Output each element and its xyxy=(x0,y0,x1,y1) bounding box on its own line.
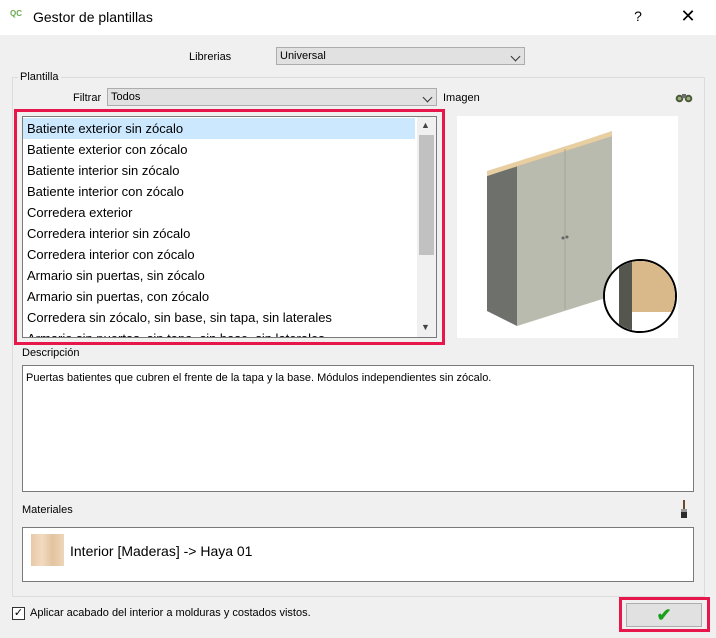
librerias-label: Librerias xyxy=(189,51,232,63)
app-icon: QC xyxy=(10,9,22,18)
librerias-value: Universal xyxy=(280,50,326,62)
materials-label: Materiales xyxy=(22,504,73,516)
image-label: Imagen xyxy=(443,92,480,104)
apply-finish-label: Aplicar acabado del interior a molduras … xyxy=(30,607,311,619)
window-title: Gestor de plantillas xyxy=(33,9,153,25)
plantilla-group-label: Plantilla xyxy=(18,71,61,83)
librerias-dropdown[interactable]: Universal xyxy=(276,47,525,65)
binoculars-icon[interactable] xyxy=(675,91,693,103)
description-text: Puertas batientes que cubren el frente d… xyxy=(26,372,492,384)
highlight-box-list xyxy=(14,109,445,345)
chevron-down-icon xyxy=(422,92,433,103)
material-swatch xyxy=(31,534,64,566)
highlight-box-ok xyxy=(619,597,710,632)
brush-icon[interactable] xyxy=(679,500,689,518)
close-button[interactable]: ✕ xyxy=(676,6,700,28)
filter-dropdown[interactable]: Todos xyxy=(107,88,437,106)
material-item-label[interactable]: Interior [Maderas] -> Haya 01 xyxy=(70,543,252,559)
help-button[interactable]: ? xyxy=(626,8,650,28)
filter-label: Filtrar xyxy=(73,92,102,104)
description-label: Descripción xyxy=(22,347,80,359)
template-preview-image xyxy=(457,116,678,338)
apply-finish-checkbox[interactable]: ✓ xyxy=(12,607,25,620)
filter-value: Todos xyxy=(111,91,141,103)
chevron-down-icon xyxy=(510,51,521,62)
description-box: Puertas batientes que cubren el frente d… xyxy=(22,365,694,492)
